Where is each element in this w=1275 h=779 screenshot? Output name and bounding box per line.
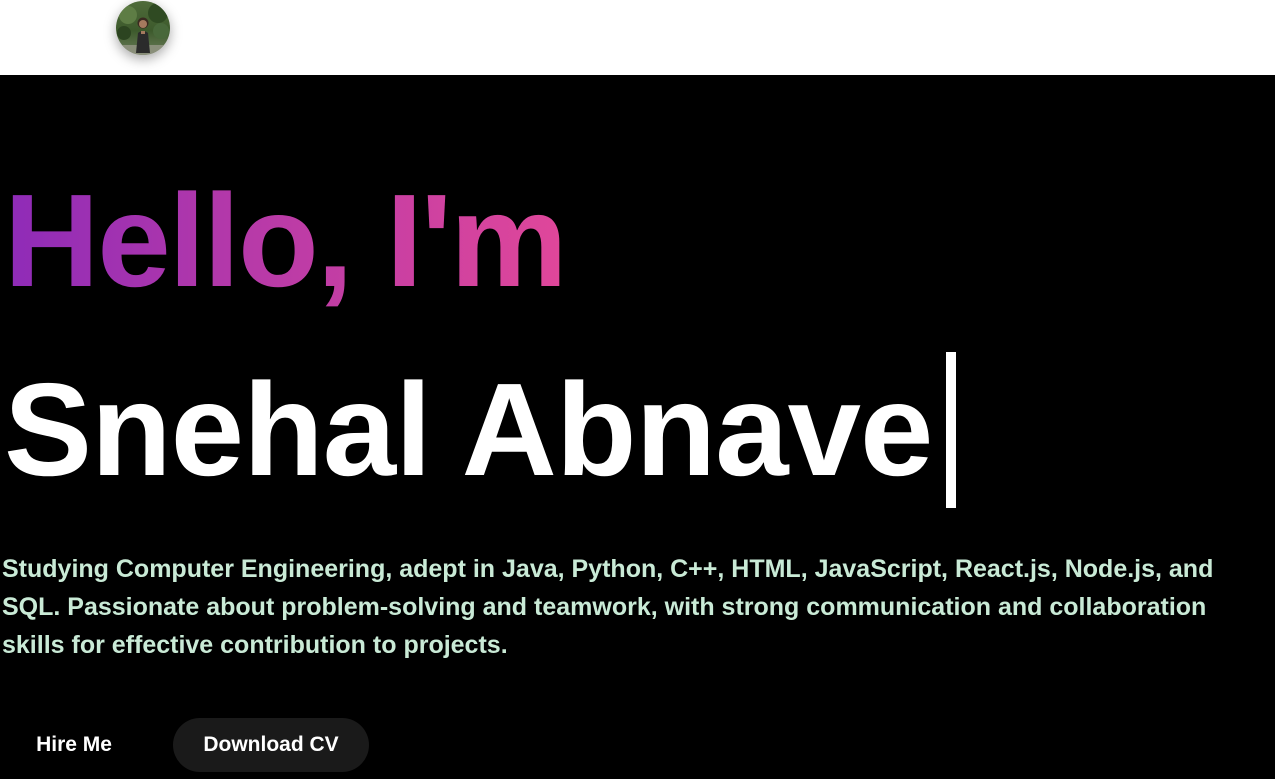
top-navbar	[0, 0, 1275, 75]
download-cv-button[interactable]: Download CV	[173, 718, 369, 772]
greeting-heading: Hello, I'm	[4, 167, 567, 314]
hire-me-button[interactable]: Hire Me	[8, 718, 140, 772]
name-row: Snehal Abnave	[4, 352, 957, 510]
bio-paragraph: Studying Computer Engineering, adept in …	[2, 555, 1214, 659]
typed-name: Snehal Abnave	[4, 356, 933, 503]
profile-avatar[interactable]	[116, 1, 170, 55]
hero-section: Hello, I'm Snehal Abnave Studying Comput…	[0, 75, 1275, 779]
typing-cursor	[946, 352, 957, 508]
avatar-photo-icon	[116, 1, 170, 55]
